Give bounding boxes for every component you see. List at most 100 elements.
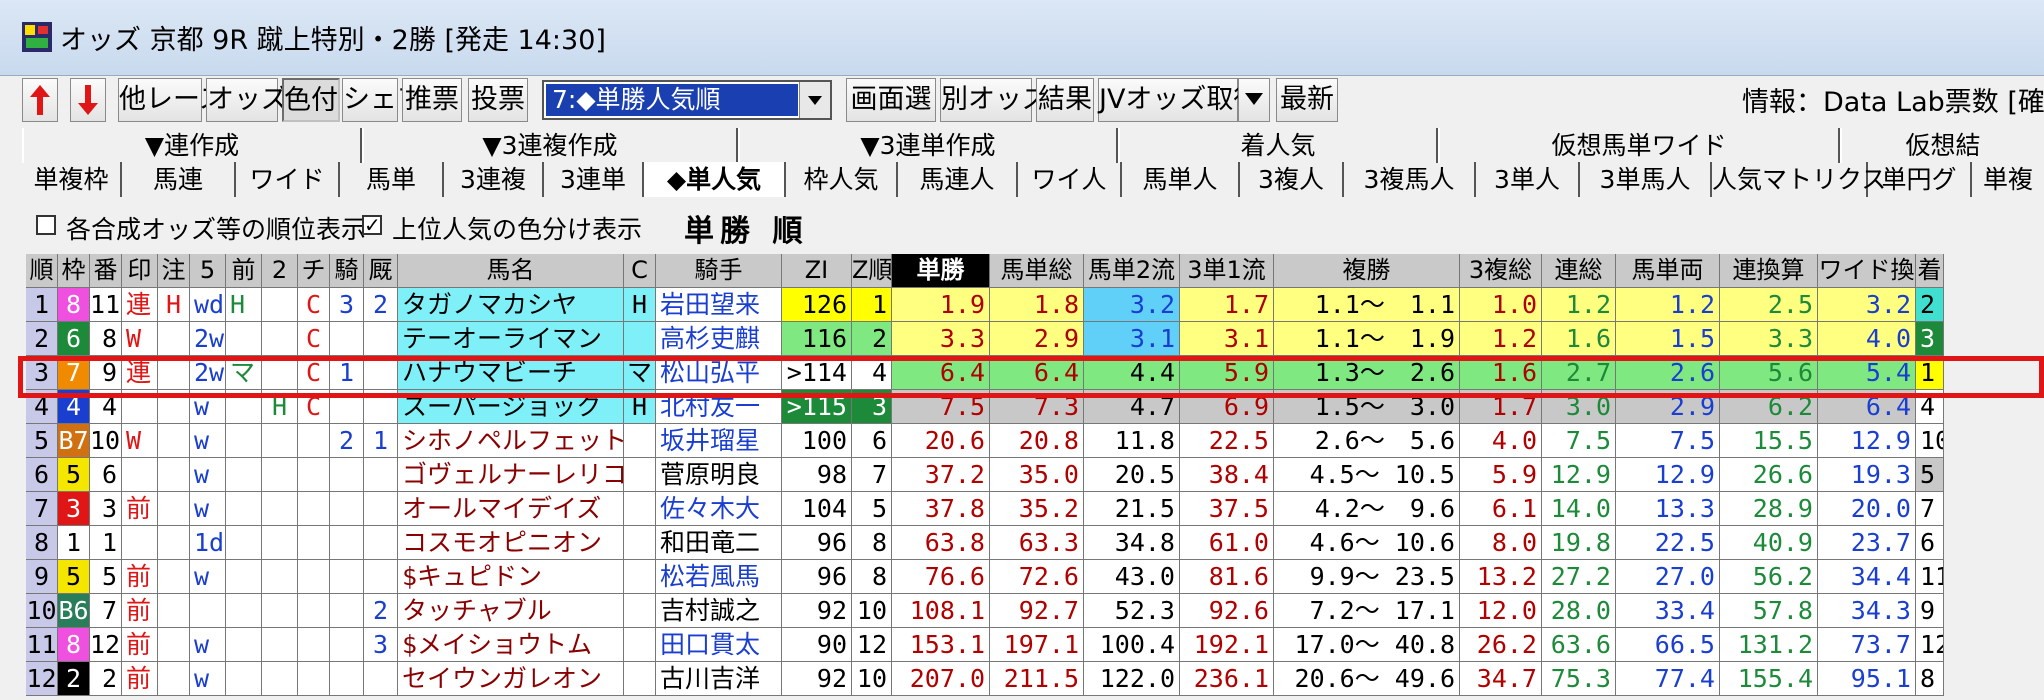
cell-ren-total: 14.0: [1542, 492, 1616, 526]
cell-w2: [262, 288, 298, 322]
sort-select[interactable]: 7:◆単勝人気順: [542, 80, 832, 120]
jv-odds-dropdown[interactable]: [1238, 78, 1270, 122]
cell-jockey-mark: [330, 662, 364, 696]
cell-w5: w: [190, 492, 226, 526]
cell-chi: C: [298, 390, 330, 424]
tab-3puku-nin[interactable]: 3複人: [1240, 162, 1344, 197]
cell-wide-conv: 23.7: [1818, 526, 1916, 560]
odds-button[interactable]: オッズ: [206, 78, 288, 122]
tab-chaku-ninki[interactable]: 着人気: [1118, 128, 1438, 163]
cell-finish: 3: [1916, 322, 1944, 356]
cell-wide-conv: 12.9: [1818, 424, 1916, 458]
other-race-button[interactable]: 他レース: [118, 78, 226, 122]
refresh-button[interactable]: 最新: [1276, 78, 1338, 122]
cell-umatan-2: 4.4: [1084, 356, 1180, 390]
header-umatan-both: 馬単両: [1616, 254, 1720, 288]
cell-w5: w: [190, 424, 226, 458]
cell-ren-total: 1.6: [1542, 322, 1616, 356]
cell-ren-total: 19.8: [1542, 526, 1616, 560]
tab-3renpuku[interactable]: 3連複: [444, 162, 544, 197]
tab-3rentan[interactable]: 3連単: [544, 162, 644, 197]
tab-ninki-matrix[interactable]: 人気マトリクス: [1712, 162, 1886, 197]
tab-3puku-uma-nin[interactable]: 3複馬人: [1344, 162, 1476, 197]
cell-horse-name: セイウンガレオン: [398, 662, 624, 696]
color-button[interactable]: 色付: [282, 78, 340, 122]
cell-jockey-mark: 2: [330, 424, 364, 458]
tab-umatan-nin[interactable]: 馬単人: [1122, 162, 1240, 197]
toolbar: 他レース オッズ 色付 シェア 推票 投票 7:◆単勝人気順 画面選 別オッズ …: [0, 76, 2044, 126]
cell-zi: >114: [782, 356, 852, 390]
cell-c: [624, 492, 656, 526]
jv-odds-button[interactable]: JVオッズ取得: [1098, 78, 1260, 122]
cell-rank: 9: [26, 560, 58, 594]
header-jockey-mark: 騎: [330, 254, 364, 288]
cell-chi: [298, 458, 330, 492]
tab-tanfuku-waku[interactable]: 単複枠: [22, 162, 122, 197]
cell-jockey-mark: [330, 526, 364, 560]
cell-umatan-both: 2.9: [1616, 390, 1720, 424]
result-button[interactable]: 結果: [1036, 78, 1094, 122]
cell-stable: [364, 458, 398, 492]
other-odds-button[interactable]: 別オッズ: [940, 78, 1049, 122]
cell-chi: [298, 628, 330, 662]
sort-select-toggle[interactable]: [799, 82, 830, 118]
next-race-button[interactable]: [70, 78, 106, 122]
share-button[interactable]: シェア: [342, 78, 424, 122]
cell-waku: 5: [58, 458, 90, 492]
tab-ren-create[interactable]: ▼連作成: [22, 128, 362, 163]
cell-wide-conv: 19.3: [1818, 458, 1916, 492]
cell-note: [158, 628, 190, 662]
cell-place: 1.1～ 1.1: [1274, 288, 1460, 322]
cell-jockey-mark: [330, 560, 364, 594]
cell-finish: 7: [1916, 492, 1944, 526]
cell-umatan-both: 7.5: [1616, 424, 1720, 458]
cell-ren-total: 2.7: [1542, 356, 1616, 390]
cell-w5: 2w: [190, 356, 226, 390]
cell-w2: [262, 492, 298, 526]
cell-stable: [364, 662, 398, 696]
cell-stable: [364, 560, 398, 594]
tab-tanen-graph[interactable]: 単円グ: [1868, 162, 1972, 197]
tab-wide-nin[interactable]: ワイ人: [1018, 162, 1122, 197]
recommend-button[interactable]: 推票: [402, 78, 462, 122]
cell-note: [158, 322, 190, 356]
cell-sanrentan-1: 61.0: [1180, 526, 1274, 560]
cell-ren-conv: 155.4: [1720, 662, 1818, 696]
cell-place: 1.5～ 3.0: [1274, 390, 1460, 424]
screen-select-button[interactable]: 画面選: [846, 78, 936, 122]
cell-c: H: [624, 390, 656, 424]
cell-front: [226, 424, 262, 458]
cell-sanrenpuku-total: 1.0: [1460, 288, 1542, 322]
tab-umaren[interactable]: 馬連: [122, 162, 236, 197]
tab-kaso-ketsu[interactable]: 仮想結: [1840, 128, 2044, 163]
tab-kaso-wide[interactable]: 仮想馬単ワイド: [1438, 128, 1840, 163]
tab-tan-ninki[interactable]: ◆単人気: [644, 162, 786, 197]
tab-umaren-nin[interactable]: 馬連人: [898, 162, 1018, 197]
tab-wide[interactable]: ワイド: [236, 162, 340, 197]
cell-ren-total: 7.5: [1542, 424, 1616, 458]
tab-umatan[interactable]: 馬単: [340, 162, 444, 197]
cell-waku: 2: [58, 662, 90, 696]
cell-note: [158, 424, 190, 458]
cell-z-rank: 4: [852, 356, 892, 390]
cell-jockey-mark: [330, 492, 364, 526]
rank-display-checkbox[interactable]: [36, 215, 56, 235]
cell-mark: W: [122, 424, 158, 458]
color-top-checkbox[interactable]: ✓: [362, 215, 382, 235]
tab-tanfuku[interactable]: 単複: [1972, 162, 2044, 197]
prev-race-button[interactable]: [22, 78, 58, 122]
tab-3tan-uma-nin[interactable]: 3単馬人: [1580, 162, 1712, 197]
cell-umatan-both: 13.3: [1616, 492, 1720, 526]
vote-button[interactable]: 投票: [468, 78, 528, 122]
cell-jockey: 佐々木大: [656, 492, 782, 526]
tab-waku-ninki[interactable]: 枠人気: [786, 162, 898, 197]
tab-3rentan-create[interactable]: ▼3連単作成: [738, 128, 1118, 163]
cell-sanrenpuku-total: 26.2: [1460, 628, 1542, 662]
cell-ren-conv: 26.6: [1720, 458, 1818, 492]
tab-3renpuku-create[interactable]: ▼3連複作成: [362, 128, 738, 163]
cell-w5: w: [190, 628, 226, 662]
header-umatan-2: 馬単2流: [1084, 254, 1180, 288]
header-chi: チ: [298, 254, 330, 288]
tab-3tan-nin[interactable]: 3単人: [1476, 162, 1580, 197]
cell-front: H: [226, 288, 262, 322]
